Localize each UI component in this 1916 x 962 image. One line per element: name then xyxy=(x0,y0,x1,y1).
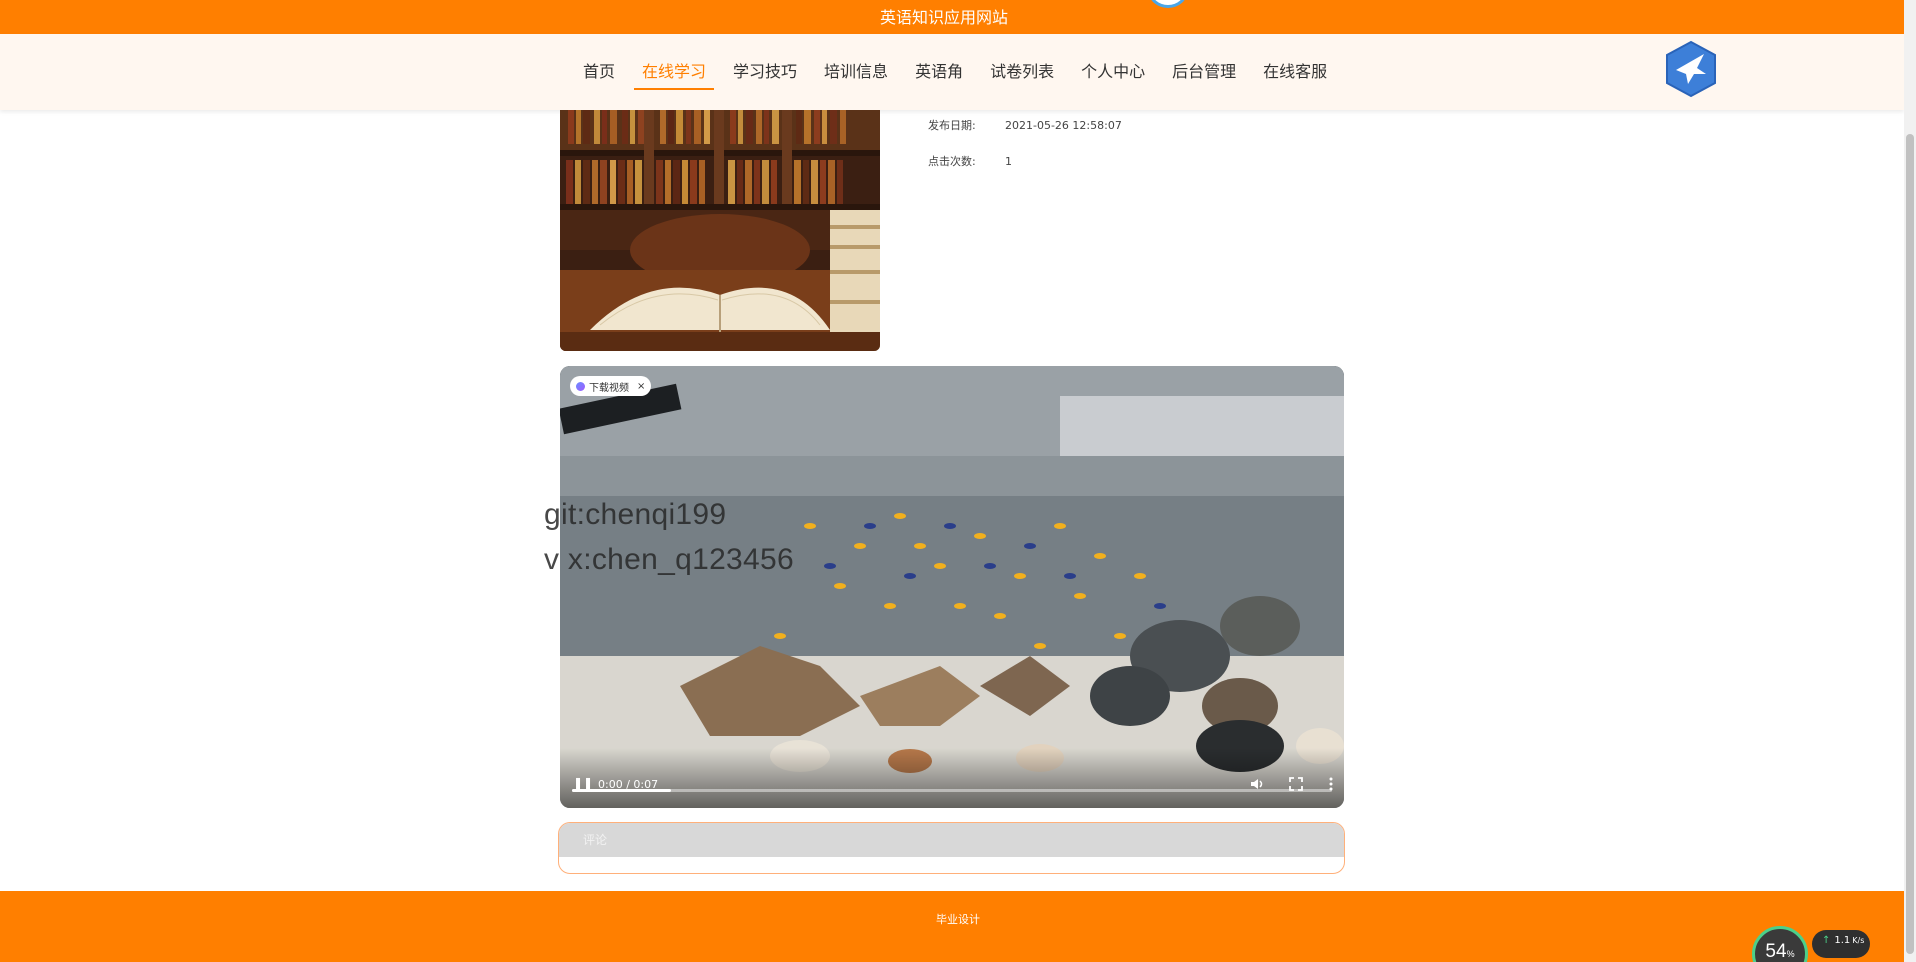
scrollbar-thumb[interactable] xyxy=(1906,134,1914,954)
upload-speed: ↑ 1.1 K/s xyxy=(1812,930,1870,958)
nav-item-exam-list[interactable]: 试卷列表 xyxy=(982,58,1062,90)
watermark-line-2: v x:chen_q123456 xyxy=(544,543,794,576)
click-count-label: 点击次数: xyxy=(928,155,976,168)
nav-list: 首页 在线学习 学习技巧 培训信息 英语角 试卷列表 个人中心 后台管理 在线客… xyxy=(575,58,1346,90)
close-icon[interactable]: × xyxy=(637,381,645,392)
nav-item-home[interactable]: 首页 xyxy=(575,58,623,90)
publish-date-label: 发布日期: xyxy=(928,119,976,132)
gauge-unit: % xyxy=(1786,949,1795,959)
pause-icon[interactable]: ❚❚ xyxy=(573,776,593,790)
nav-item-online-learning[interactable]: 在线学习 xyxy=(634,58,715,90)
upload-unit: K/s xyxy=(1852,936,1865,945)
click-count-value: 1 xyxy=(1005,155,1012,168)
watermark-line-1: git:chenqi199 xyxy=(544,498,727,531)
footer: 毕业设计 xyxy=(0,891,1904,962)
page-scrollbar[interactable] xyxy=(1904,0,1916,962)
page: 英语知识应用网站 首页 在线学习 学习技巧 培训信息 英语角 试卷列表 个人中心… xyxy=(0,0,1916,962)
nav-item-personal-center[interactable]: 个人中心 xyxy=(1073,58,1153,90)
nav-item-training-info[interactable]: 培训信息 xyxy=(816,58,896,90)
nav-item-admin[interactable]: 后台管理 xyxy=(1164,58,1244,90)
click-count-row: 点击次数: 1 xyxy=(928,153,1012,169)
upload-rate: 1.1 xyxy=(1834,935,1851,946)
download-video-label: 下载视频 xyxy=(589,382,629,394)
nav-item-study-tips[interactable]: 学习技巧 xyxy=(725,58,805,90)
footer-text: 毕业设计 xyxy=(936,913,980,926)
comment-input[interactable] xyxy=(559,823,1344,857)
publish-date-row: 发布日期: 2021-05-26 12:58:07 xyxy=(928,117,1122,133)
main-nav: 首页 在线学习 学习技巧 培训信息 英语角 试卷列表 个人中心 后台管理 在线客… xyxy=(0,34,1904,110)
bird-logo-icon[interactable] xyxy=(1664,40,1718,98)
download-video-chip[interactable]: 下载视频 × xyxy=(570,376,652,396)
network-speed-widget[interactable]: 54% ↑ 1.1 K/s xyxy=(1752,926,1870,962)
top-bar: 英语知识应用网站 xyxy=(0,0,1904,34)
publish-date-value: 2021-05-26 12:58:07 xyxy=(1005,119,1122,132)
video-frame xyxy=(560,366,1344,808)
article-cover-image xyxy=(560,110,880,351)
video-progress-fill xyxy=(572,789,671,792)
download-icon xyxy=(576,381,585,391)
nav-item-customer-service[interactable]: 在线客服 xyxy=(1255,58,1335,90)
comment-box xyxy=(558,822,1345,874)
gauge-value: 54 xyxy=(1765,941,1787,962)
site-title: 英语知识应用网站 xyxy=(879,8,1008,27)
video-controls: ❚❚ 0:00 / 0:07 xyxy=(560,748,1344,808)
upload-arrow-icon: ↑ xyxy=(1822,935,1831,946)
nav-item-english-corner[interactable]: 英语角 xyxy=(907,58,971,90)
speed-gauge: 54% xyxy=(1752,926,1808,962)
video-player[interactable]: 下载视频 × ❚❚ 0:00 / 0:07 xyxy=(560,366,1344,808)
video-progress-bar[interactable] xyxy=(572,789,1332,792)
